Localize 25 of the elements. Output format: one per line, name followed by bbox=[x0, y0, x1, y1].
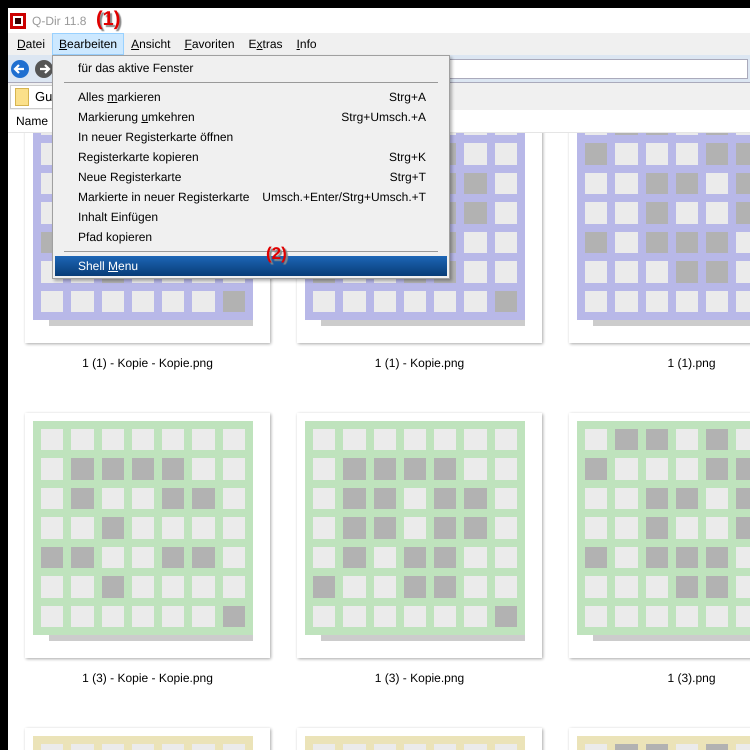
menu-entry[interactable]: Pfad kopieren bbox=[55, 227, 447, 247]
menu-item[interactable]: Bearbeiten bbox=[52, 33, 124, 55]
menu-entry[interactable]: für das aktive Fenster bbox=[55, 58, 447, 78]
menu-item[interactable]: Datei bbox=[10, 33, 52, 55]
window-title: Q-Dir 11.8 bbox=[32, 12, 86, 30]
menu-item[interactable]: Extras bbox=[242, 33, 290, 55]
menu-item[interactable]: Info bbox=[290, 33, 324, 55]
annotation-label: (1) bbox=[96, 7, 120, 32]
file-name: 1 (3).png bbox=[667, 671, 716, 685]
menu-entry[interactable]: Alles markieren Strg+A bbox=[55, 87, 447, 107]
menu-item[interactable]: Favoriten bbox=[177, 33, 242, 55]
menu-entry[interactable]: In neuer Registerkarte öffnen bbox=[55, 127, 447, 147]
menu-entry[interactable]: Markierung umkehren Strg+Umsch.+A bbox=[55, 107, 447, 127]
menu-entry[interactable]: Inhalt Einfügen bbox=[55, 207, 447, 227]
file-name: 1 (3) - Kopie.png bbox=[374, 671, 464, 685]
menu-item[interactable]: Ansicht bbox=[124, 33, 178, 55]
file-name: 1 (1) - Kopie.png bbox=[374, 356, 464, 370]
file-name: 1 (3) - Kopie - Kopie.png bbox=[82, 671, 213, 685]
menu-entry[interactable]: Markierte in neuer Registerkarte Umsch.+Enter/Strg+Umsch.+T bbox=[55, 187, 447, 207]
column-header[interactable]: Name bbox=[16, 112, 48, 130]
menu-entry[interactable]: Neue Registerkarte Strg+T bbox=[55, 167, 447, 187]
file-name: 1 (1).png bbox=[667, 356, 716, 370]
folder-icon bbox=[15, 88, 29, 106]
file-name: 1 (1) - Kopie - Kopie.png bbox=[82, 356, 213, 370]
menu-entry[interactable]: Registerkarte kopieren Strg+K bbox=[55, 147, 447, 167]
